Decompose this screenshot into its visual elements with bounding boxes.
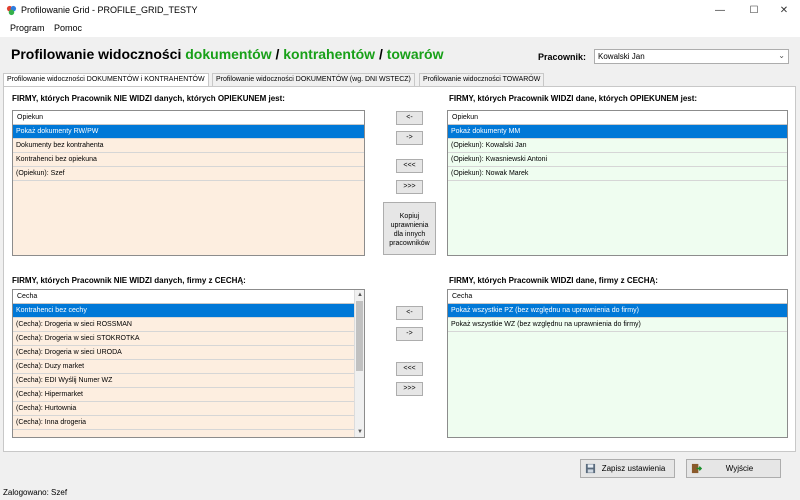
exit-label: Wyjście (725, 464, 754, 473)
menu-help[interactable]: Pomoc (54, 23, 82, 33)
copy-button-line: dla innych (393, 231, 426, 238)
grid-row[interactable]: (Opiekun): Kowalski Jan (448, 139, 787, 153)
copy-permissions-button[interactable]: Kopiuj uprawnienia dla innych pracownikó… (383, 202, 436, 255)
grid-row[interactable]: (Cecha): EDI Wyślij Numer WZ (13, 374, 364, 388)
minimize-button[interactable]: — (704, 0, 736, 21)
copy-button-line: uprawnienia (390, 222, 429, 229)
grid-row[interactable]: (Opiekun): Szef (13, 167, 364, 181)
close-button[interactable]: ✕ (768, 0, 800, 21)
copy-button-line: Kopiuj (399, 213, 420, 220)
maximize-button[interactable]: ☐ (738, 0, 770, 21)
grid-row[interactable]: Pokaż wszystkie WZ (bez względnu na upra… (448, 318, 787, 332)
opiekun-hidden-grid[interactable]: Opiekun Pokaż dokumenty RW/PW Dokumenty … (12, 110, 365, 256)
opiekun-visible-grid[interactable]: Opiekun Pokaż dokumenty MM (Opiekun): Ko… (447, 110, 788, 256)
grid-row[interactable]: (Opiekun): Nowak Marek (448, 167, 787, 181)
move-left-button[interactable]: <- (396, 111, 423, 125)
bottom-right-label: FIRMY, których Pracownik WIDZI dane, fir… (449, 276, 658, 285)
chevron-down-icon: ⌄ (778, 51, 785, 60)
grid-column-header[interactable]: Cecha (448, 290, 787, 304)
copy-button-line: pracowników (389, 240, 430, 247)
title-contractors: kontrahentów (283, 46, 376, 62)
employee-select[interactable]: Kowalski Jan ⌄ (594, 49, 789, 64)
tab-documents-days-back[interactable]: Profilowanie widoczności DOKUMENTÓW (wg.… (212, 73, 415, 87)
grid-row[interactable]: Pokaż dokumenty MM (448, 125, 787, 139)
grid-row[interactable]: (Cecha): Hurtownia (13, 402, 364, 416)
grid-row[interactable]: Pokaż dokumenty RW/PW (13, 125, 364, 139)
scroll-thumb[interactable] (356, 301, 363, 371)
move-all-right-button[interactable]: >>> (396, 180, 423, 194)
move-all-left-button[interactable]: <<< (396, 159, 423, 173)
page-title: Profilowanie widoczności dokumentów / ko… (11, 46, 444, 62)
employee-select-value: Kowalski Jan (598, 52, 645, 61)
top-right-label: FIRMY, których Pracownik WIDZI dane, któ… (449, 94, 698, 103)
move-right-button[interactable]: -> (396, 327, 423, 341)
menu-program[interactable]: Program (10, 23, 45, 33)
cecha-hidden-grid[interactable]: Cecha Kontrahenci bez cechy (Cecha): Dro… (12, 289, 365, 438)
tab-goods[interactable]: Profilowanie widoczności TOWARÓW (419, 73, 545, 87)
move-all-left-button[interactable]: <<< (396, 362, 423, 376)
grid-column-header[interactable]: Opiekun (448, 111, 787, 125)
grid-row[interactable]: (Cecha): Drogeria w sieci ROSSMAN (13, 318, 364, 332)
title-prefix: Profilowanie widoczności (11, 46, 182, 62)
employee-label: Pracownik: (538, 52, 587, 62)
grid-row[interactable]: Kontrahenci bez opiekuna (13, 153, 364, 167)
title-bar: Profilowanie Grid - PROFILE_GRID_TESTY —… (0, 0, 800, 21)
vertical-scrollbar[interactable]: ▲ ▼ (354, 290, 364, 437)
top-left-label: FIRMY, których Pracownik NIE WIDZI danyc… (12, 94, 285, 103)
grid-row[interactable]: (Cecha): Duzy market (13, 360, 364, 374)
menu-bar: Program Pomoc (0, 21, 800, 37)
title-separator: / (378, 46, 383, 62)
bottom-left-label: FIRMY, których Pracownik NIE WIDZI danyc… (12, 276, 246, 285)
grid-row[interactable]: Pokaż wszystkie PZ (bez względnu na upra… (448, 304, 787, 318)
cecha-visible-grid[interactable]: Cecha Pokaż wszystkie PZ (bez względnu n… (447, 289, 788, 438)
grid-column-header[interactable]: Opiekun (13, 111, 364, 125)
exit-button[interactable]: Wyjście (686, 459, 781, 478)
grid-row[interactable]: (Opiekun): Kwasniewski Antoni (448, 153, 787, 167)
grid-row[interactable]: (Cecha): Drogeria w sieci STOKROTKA (13, 332, 364, 346)
grid-row[interactable]: (Cecha): Drogeria w sieci URODA (13, 346, 364, 360)
title-documents: dokumentów (185, 46, 272, 62)
grid-row[interactable]: Dokumenty bez kontrahenta (13, 139, 364, 153)
save-settings-button[interactable]: Zapisz ustawienia (580, 459, 675, 478)
grid-column-header[interactable]: Cecha (13, 290, 364, 304)
move-left-button[interactable]: <- (396, 306, 423, 320)
status-bar: Zalogowano: Szef (0, 486, 800, 500)
header: Profilowanie widoczności dokumentów / ko… (0, 37, 800, 73)
move-right-button[interactable]: -> (396, 131, 423, 145)
title-goods: towarów (386, 46, 444, 62)
grid-row[interactable]: (Cecha): Inna drogeria (13, 416, 364, 430)
app-logo-icon (6, 5, 17, 16)
save-settings-label: Zapisz ustawienia (601, 464, 666, 473)
scroll-up-icon[interactable]: ▲ (355, 290, 364, 300)
status-text: Zalogowano: Szef (3, 488, 68, 497)
title-separator: / (275, 46, 280, 62)
move-all-right-button[interactable]: >>> (396, 382, 423, 396)
grid-row[interactable]: Kontrahenci bez cechy (13, 304, 364, 318)
scroll-down-icon[interactable]: ▼ (355, 427, 364, 437)
window-title: Profilowanie Grid - PROFILE_GRID_TESTY (21, 5, 198, 15)
grid-row[interactable]: (Cecha): Hipermarket (13, 388, 364, 402)
